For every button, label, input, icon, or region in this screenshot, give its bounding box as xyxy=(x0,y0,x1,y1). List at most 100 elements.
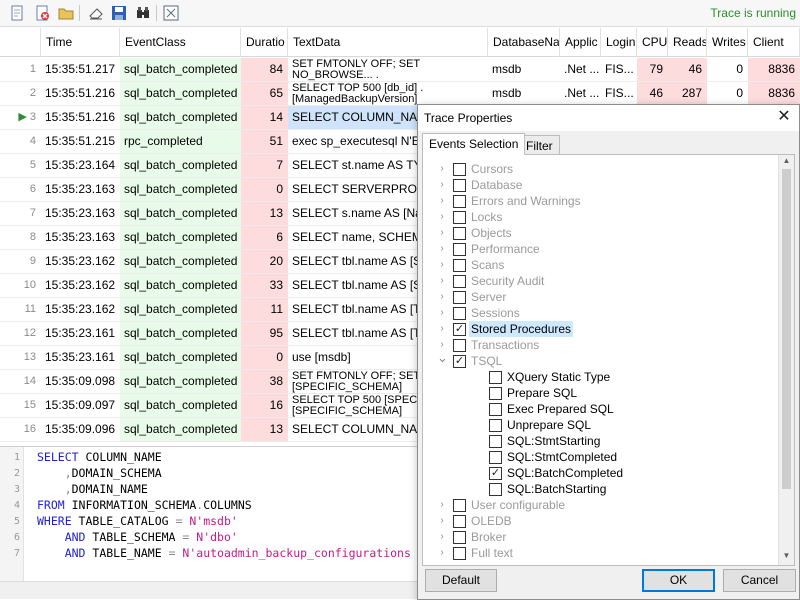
tree-node[interactable]: › User configurable xyxy=(423,497,779,513)
new-trace-icon[interactable] xyxy=(8,4,26,22)
checkbox[interactable] xyxy=(453,259,466,272)
expand-arrow-icon[interactable]: › xyxy=(437,161,447,177)
expand-arrow-icon[interactable]: › xyxy=(437,257,447,273)
checkbox[interactable] xyxy=(489,403,502,416)
expand-arrow-icon[interactable]: › xyxy=(437,177,447,193)
tree-node[interactable]: › Errors and Warnings xyxy=(423,193,779,209)
tree-vertical-scrollbar[interactable]: ▲ ▼ xyxy=(778,155,794,565)
tree-node-label[interactable]: OLEDB xyxy=(469,513,514,529)
checkbox[interactable] xyxy=(453,195,466,208)
col-header-writes[interactable]: Writes xyxy=(707,28,748,57)
tab-events-selection[interactable]: Events Selection xyxy=(422,133,526,155)
tree-node[interactable]: › Performance xyxy=(423,241,779,257)
tree-node[interactable]: › Database xyxy=(423,177,779,193)
close-icon[interactable]: ✕ xyxy=(775,108,793,126)
col-header-textdata[interactable]: TextData xyxy=(288,28,488,57)
tree-node-label[interactable]: Scans xyxy=(469,257,506,273)
checkbox[interactable]: ✓ xyxy=(453,355,466,368)
scroll-up-icon[interactable]: ▲ xyxy=(779,156,794,165)
tree-node[interactable]: SQL:StmtStarting xyxy=(423,433,779,449)
find-icon[interactable] xyxy=(134,4,152,22)
tree-node[interactable]: › Transactions xyxy=(423,337,779,353)
checkbox[interactable] xyxy=(453,307,466,320)
expand-arrow-icon[interactable]: › xyxy=(437,545,447,561)
col-header-application[interactable]: Applic xyxy=(560,28,601,57)
checkbox[interactable] xyxy=(453,531,466,544)
col-header-reads[interactable]: Reads xyxy=(668,28,707,57)
tree-node[interactable]: SQL:StmtCompleted xyxy=(423,449,779,465)
col-header-client[interactable]: Client xyxy=(748,28,800,57)
tree-node-label[interactable]: Exec Prepared SQL xyxy=(505,401,616,417)
tree-node-label[interactable]: Security Audit xyxy=(469,273,546,289)
expand-arrow-icon[interactable]: › xyxy=(437,241,447,257)
expand-arrow-icon[interactable]: › xyxy=(437,289,447,305)
tree-node-label[interactable]: SQL:StmtCompleted xyxy=(505,449,619,465)
tree-node[interactable]: Prepare SQL xyxy=(423,385,779,401)
expand-arrow-icon[interactable]: › xyxy=(437,321,447,337)
checkbox[interactable] xyxy=(453,243,466,256)
tree-node-label[interactable]: XQuery Static Type xyxy=(505,369,612,385)
tree-node[interactable]: Unprepare SQL xyxy=(423,417,779,433)
tree-node[interactable]: › Objects xyxy=(423,225,779,241)
checkbox[interactable] xyxy=(453,163,466,176)
default-button[interactable]: Default xyxy=(425,569,497,592)
checkbox[interactable] xyxy=(453,227,466,240)
tree-node-label[interactable]: Prepare SQL xyxy=(505,385,579,401)
tree-node[interactable]: › Locks xyxy=(423,209,779,225)
checkbox[interactable] xyxy=(489,419,502,432)
tree-node[interactable]: Exec Prepared SQL xyxy=(423,401,779,417)
checkbox[interactable]: ✓ xyxy=(489,467,502,480)
tree-node[interactable]: SQL:BatchStarting xyxy=(423,481,779,497)
open-folder-icon[interactable] xyxy=(57,4,75,22)
checkbox[interactable] xyxy=(489,451,502,464)
tree-node-label[interactable]: User configurable xyxy=(469,497,567,513)
tree-node-label[interactable]: Performance xyxy=(469,241,542,257)
cancel-button[interactable]: Cancel xyxy=(723,569,796,592)
tree-node[interactable]: › Broker xyxy=(423,529,779,545)
tree-node-label[interactable]: SQL:BatchCompleted xyxy=(505,465,625,481)
col-header-eventclass[interactable]: EventClass xyxy=(120,28,241,57)
scrollbar-thumb[interactable] xyxy=(782,169,791,489)
checkbox[interactable] xyxy=(453,179,466,192)
tree-node-label[interactable]: Database xyxy=(469,177,524,193)
checkbox[interactable] xyxy=(489,387,502,400)
checkbox[interactable] xyxy=(453,291,466,304)
clear-trace-icon[interactable] xyxy=(33,4,51,22)
tree-node-label[interactable]: Server xyxy=(469,289,508,305)
checkbox[interactable] xyxy=(453,515,466,528)
expand-arrow-icon[interactable]: › xyxy=(437,209,447,225)
tree-node-label[interactable]: SQL:StmtStarting xyxy=(505,433,602,449)
tree-node[interactable]: › OLEDB xyxy=(423,513,779,529)
col-header-duration[interactable]: Duratio xyxy=(241,28,288,57)
tree-node[interactable]: › Security Audit xyxy=(423,273,779,289)
expand-arrow-icon[interactable]: › xyxy=(437,193,447,209)
expand-arrow-icon[interactable]: › xyxy=(437,305,447,321)
table-row[interactable]: 1 15:35:51.217 sql_batch_completed 84 SET FM… xyxy=(0,58,800,82)
tree-node-label[interactable]: Objects xyxy=(469,225,514,241)
checkbox[interactable] xyxy=(489,435,502,448)
tree-node[interactable]: ✓ SQL:BatchCompleted xyxy=(423,465,779,481)
col-header-databasename[interactable]: DatabaseNa xyxy=(488,28,560,57)
tree-node-label[interactable]: Stored Procedures xyxy=(469,321,574,337)
checkbox[interactable] xyxy=(453,547,466,560)
expand-arrow-icon[interactable]: › xyxy=(437,513,447,529)
tree-node[interactable]: › Server xyxy=(423,289,779,305)
tree-node-label[interactable]: Cursors xyxy=(469,161,515,177)
tree-node-label[interactable]: Locks xyxy=(469,209,504,225)
tree-node-label[interactable]: Full text xyxy=(469,545,515,561)
col-header-time[interactable]: Time xyxy=(41,28,120,57)
col-header-cpu[interactable]: CPU xyxy=(637,28,668,57)
checkbox[interactable]: ✓ xyxy=(453,323,466,336)
checkbox[interactable] xyxy=(453,339,466,352)
tree-node-label[interactable]: Broker xyxy=(469,529,508,545)
tree-node-label[interactable]: Transactions xyxy=(469,337,541,353)
tree-node-label[interactable]: TSQL xyxy=(469,353,504,369)
checkbox[interactable] xyxy=(453,275,466,288)
col-header-login[interactable]: Login xyxy=(601,28,637,57)
expand-arrow-icon[interactable]: › xyxy=(437,225,447,241)
tree-node[interactable]: › Cursors xyxy=(423,161,779,177)
table-row[interactable]: 2 15:35:51.216 sql_batch_completed 65 SELECT… xyxy=(0,82,800,106)
tree-node[interactable]: › Scans xyxy=(423,257,779,273)
save-icon[interactable] xyxy=(110,4,128,22)
collapse-arrow-icon[interactable]: ⌄ xyxy=(437,351,448,369)
